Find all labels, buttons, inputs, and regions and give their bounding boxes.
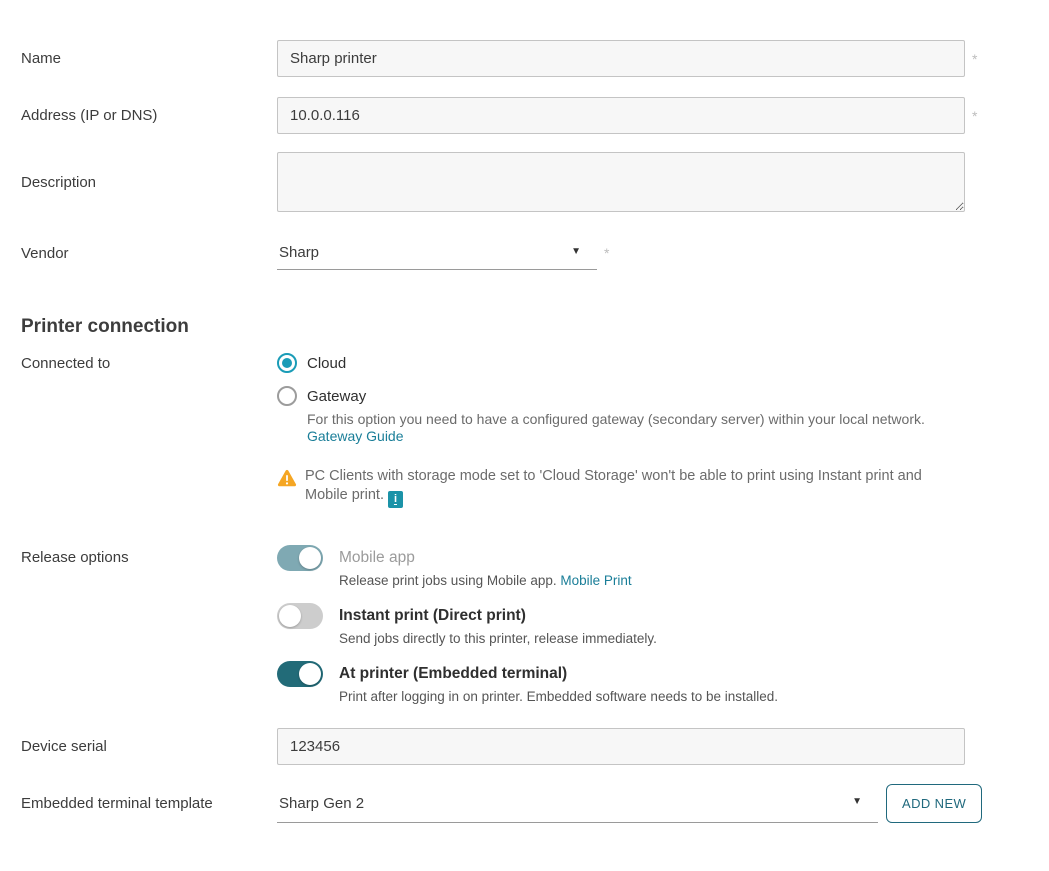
description-textarea[interactable] (277, 152, 965, 212)
at-printer-description: Print after logging in on printer. Embed… (339, 688, 778, 706)
vendor-select[interactable]: Sharp ▼ (277, 236, 597, 270)
release-options-row: Release options Mobile app Release print… (0, 545, 1049, 719)
warning-triangle-icon (277, 469, 297, 488)
terminal-template-row: Embedded terminal template Sharp Gen 2 ▼… (0, 784, 1049, 823)
address-input[interactable] (277, 97, 965, 134)
mobile-print-link[interactable]: Mobile Print (560, 573, 631, 588)
required-asterisk: * (604, 245, 609, 261)
mobile-app-toggle[interactable] (277, 545, 323, 571)
connected-to-row: Connected to Cloud Gateway For this opti… (0, 353, 1049, 508)
device-serial-row: Device serial (0, 728, 1049, 765)
radio-cloud[interactable]: Cloud (277, 353, 965, 373)
vendor-label: Vendor (0, 245, 277, 262)
gateway-guide-link[interactable]: Gateway Guide (307, 428, 404, 444)
required-asterisk: * (972, 108, 977, 124)
mobile-app-description: Release print jobs using Mobile app. Mob… (339, 572, 632, 590)
description-row: Description (0, 152, 1049, 212)
name-row: Name * (0, 40, 1049, 77)
instant-print-title: Instant print (Direct print) (339, 603, 657, 629)
at-printer-toggle[interactable] (277, 661, 323, 687)
section-title-printer-connection: Printer connection (0, 316, 1049, 338)
toggle-block-at-printer: At printer (Embedded terminal) Print aft… (277, 661, 965, 706)
vendor-row: Vendor Sharp ▼ * (0, 236, 1049, 270)
info-icon[interactable]: i (388, 491, 403, 508)
terminal-template-label: Embedded terminal template (0, 795, 277, 812)
address-row: Address (IP or DNS) * (0, 97, 1049, 134)
radio-cloud-label: Cloud (307, 355, 346, 372)
vendor-selected-value: Sharp (277, 244, 319, 261)
cloud-storage-warning: PC Clients with storage mode set to 'Clo… (277, 467, 965, 508)
terminal-template-select[interactable]: Sharp Gen 2 ▼ (277, 784, 878, 823)
release-options-label: Release options (0, 545, 277, 566)
chevron-down-icon: ▼ (852, 797, 862, 807)
instant-print-description: Send jobs directly to this printer, rele… (339, 630, 657, 648)
toggle-knob (299, 547, 321, 569)
description-label: Description (0, 174, 277, 191)
toggle-knob (279, 605, 301, 627)
printer-settings-form: Name * Address (IP or DNS) * Description… (0, 0, 1049, 823)
gateway-help: For this option you need to have a confi… (307, 411, 957, 445)
instant-print-toggle[interactable] (277, 603, 323, 629)
gateway-help-text: For this option you need to have a confi… (307, 411, 957, 428)
device-serial-input[interactable] (277, 728, 965, 765)
toggle-knob (299, 663, 321, 685)
add-new-button[interactable]: ADD NEW (886, 784, 982, 823)
required-asterisk: * (972, 51, 977, 67)
name-label: Name (0, 50, 277, 67)
toggle-block-instant-print: Instant print (Direct print) Send jobs d… (277, 603, 965, 648)
terminal-template-selected-value: Sharp Gen 2 (277, 795, 364, 812)
chevron-down-icon: ▼ (571, 247, 581, 257)
device-serial-label: Device serial (0, 738, 277, 755)
name-input[interactable] (277, 40, 965, 77)
mobile-app-title: Mobile app (339, 545, 632, 571)
toggle-block-mobile-app: Mobile app Release print jobs using Mobi… (277, 545, 965, 590)
at-printer-title: At printer (Embedded terminal) (339, 661, 778, 687)
radio-gateway-label: Gateway (307, 388, 366, 405)
connected-to-label: Connected to (0, 353, 277, 372)
radio-selected-icon (277, 353, 297, 373)
radio-unselected-icon (277, 386, 297, 406)
warning-text: PC Clients with storage mode set to 'Clo… (305, 467, 965, 508)
radio-gateway[interactable]: Gateway (277, 386, 965, 406)
address-label: Address (IP or DNS) (0, 107, 277, 124)
